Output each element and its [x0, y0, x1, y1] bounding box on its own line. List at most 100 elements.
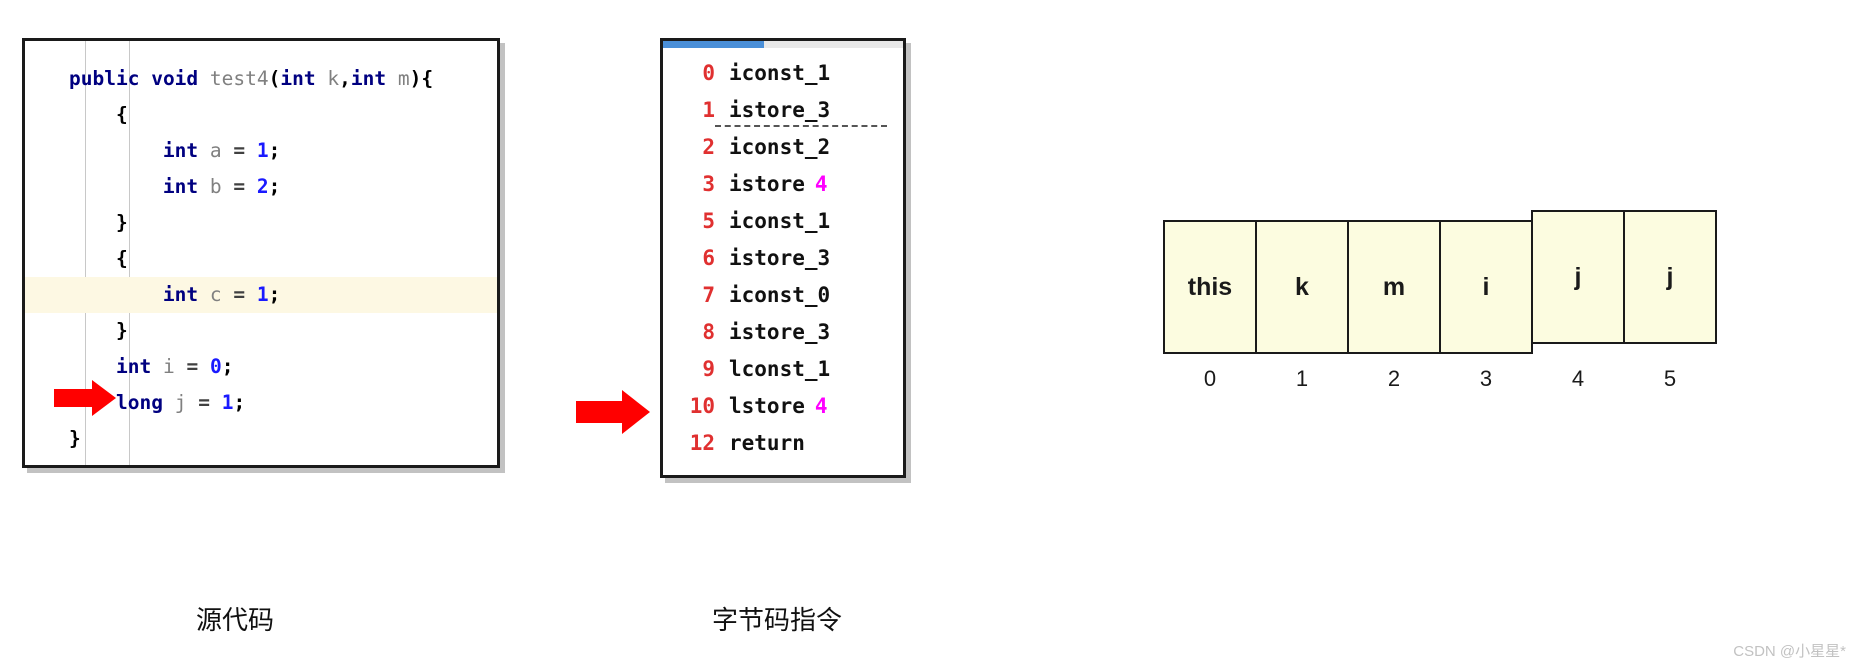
source-code-line[interactable]: int c = 1;: [25, 277, 497, 313]
bytecode-offset: 2: [702, 135, 715, 159]
bytecode-operand: 4: [814, 394, 828, 418]
bytecode-mnemonic: iconst_0: [729, 283, 831, 307]
code-token: 1: [256, 283, 269, 306]
source-code-line[interactable]: {: [25, 241, 497, 277]
bytecode-line[interactable]: 10 lstore 4: [663, 388, 903, 425]
bytecode-mnemonic: lconst_1: [729, 357, 831, 381]
code-token: int: [162, 175, 199, 198]
slot-cell: k: [1255, 220, 1349, 354]
bytecode-offset: 5: [702, 209, 715, 233]
code-token: =: [198, 391, 210, 414]
bytecode-line[interactable]: 1 istore_3: [663, 92, 903, 129]
bytecode-mnemonic: iconst_1: [729, 61, 831, 85]
code-token: }: [115, 319, 128, 342]
code-token: ;: [221, 355, 234, 378]
source-code-line[interactable]: }: [25, 313, 497, 349]
bytecode-line[interactable]: 0 iconst_1: [663, 55, 903, 92]
slot-cell: this: [1163, 220, 1257, 354]
bytecode-offset: 1: [702, 98, 715, 122]
code-token: i: [162, 355, 175, 378]
bytecode-lines: 0 iconst_1 1 istore_3 2 iconst_2 3 istore 4 5 icon…: [663, 55, 903, 462]
bytecode-offset: 12: [689, 431, 715, 455]
code-token: long: [115, 391, 163, 414]
code-token: ;: [268, 175, 281, 198]
code-token: {: [115, 103, 128, 126]
code-token: =: [186, 355, 199, 378]
code-token: test4: [209, 67, 269, 90]
caption-source-code: 源代码: [196, 605, 275, 635]
source-code-line[interactable]: }: [25, 205, 497, 241]
bytecode-mnemonic: istore_3: [729, 320, 831, 344]
bytecode-mnemonic: istore_3: [729, 98, 831, 122]
source-code-line[interactable]: }: [25, 421, 497, 457]
code-token: =: [233, 139, 246, 162]
slot-index-label: 5: [1663, 366, 1677, 391]
scrollbar-thumb[interactable]: [663, 41, 764, 48]
caption-bytecode: 字节码指令: [712, 605, 843, 635]
bytecode-mnemonic: return: [729, 431, 805, 455]
slot-index-label: 2: [1387, 366, 1401, 391]
code-token: j: [174, 391, 187, 414]
code-token: 2: [256, 175, 269, 198]
code-token: ,: [339, 67, 351, 90]
slot-cell: j: [1531, 210, 1625, 344]
code-token: int: [350, 67, 387, 90]
source-code-line[interactable]: int a = 1;: [25, 133, 497, 169]
red-arrow-icon-source-line: [54, 380, 116, 416]
code-token: 1: [256, 139, 269, 162]
bytecode-mnemonic: lstore: [729, 394, 805, 418]
slot-cell: m: [1347, 220, 1441, 354]
bytecode-mnemonic: iconst_1: [729, 209, 831, 233]
source-code-line[interactable]: {: [25, 97, 497, 133]
slot-index-label: 3: [1479, 366, 1493, 391]
slot-cell: i: [1439, 220, 1533, 354]
code-token: ;: [268, 283, 281, 306]
bytecode-operand: 4: [814, 172, 828, 196]
code-token: void: [151, 67, 199, 90]
bytecode-offset: 3: [702, 172, 715, 196]
code-token: c: [209, 283, 222, 306]
code-token: }: [115, 211, 128, 234]
code-token: 1: [221, 391, 234, 414]
bytecode-line[interactable]: 3 istore 4: [663, 166, 903, 203]
bytecode-line[interactable]: 2 iconst_2: [663, 129, 903, 166]
bytecode-offset: 8: [702, 320, 715, 344]
code-token: public: [69, 67, 140, 90]
source-code-line[interactable]: int b = 2;: [25, 169, 497, 205]
code-token: =: [233, 283, 246, 306]
code-token: 0: [209, 355, 222, 378]
code-token: {: [115, 247, 128, 270]
bytecode-offset: 10: [689, 394, 715, 418]
bytecode-line[interactable]: 12 return: [663, 425, 903, 462]
code-token: ){: [409, 67, 434, 90]
bytecode-line[interactable]: 5 iconst_1: [663, 203, 903, 240]
bytecode-line[interactable]: 6 istore_3: [663, 240, 903, 277]
code-token: ;: [268, 139, 281, 162]
bytecode-line[interactable]: 7 iconst_0: [663, 277, 903, 314]
bytecode-line[interactable]: 8 istore_3: [663, 314, 903, 351]
bytecode-offset: 7: [702, 283, 715, 307]
source-code-line[interactable]: public void test4(int k,int m){: [25, 61, 497, 97]
code-token: int: [162, 283, 199, 306]
bytecode-line[interactable]: 9 lconst_1: [663, 351, 903, 388]
slot-cell-row: this k m i j j: [1163, 210, 1717, 354]
slot-index-label: 4: [1571, 366, 1585, 391]
horizontal-scrollbar[interactable]: [663, 41, 903, 48]
slot-cell: j: [1623, 210, 1717, 344]
code-token: k: [327, 67, 340, 90]
bytecode-instruction-panel[interactable]: 0 iconst_1 1 istore_3 2 iconst_2 3 istore 4 5 icon…: [660, 38, 906, 478]
